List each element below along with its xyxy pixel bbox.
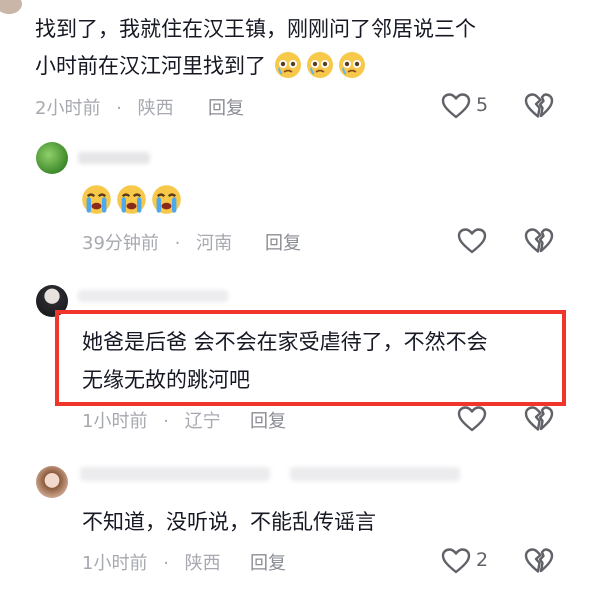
- comment-text: 小时前在汉江河里找到了: [35, 50, 369, 82]
- broken-heart-icon[interactable]: [524, 92, 554, 120]
- comment-text: 她爸是后爸 会不会在家受虐待了，不然不会: [82, 330, 488, 354]
- avatar[interactable]: [36, 142, 68, 174]
- comment-location: 陕西: [184, 553, 221, 574]
- loudly-crying-face-icon: [117, 185, 146, 214]
- avatar[interactable]: [0, 0, 22, 14]
- comment-meta: 39分钟前 · 河南: [82, 229, 232, 255]
- username-blurred: [78, 290, 228, 302]
- heart-outline-icon[interactable]: [457, 227, 487, 255]
- username-blurred: [78, 152, 150, 164]
- comment-location: 陕西: [137, 98, 174, 119]
- comment-time: 1小时前: [82, 553, 148, 574]
- meta-separator: ·: [116, 98, 122, 119]
- loudly-crying-face-icon: [152, 185, 181, 214]
- broken-heart-icon[interactable]: [524, 405, 554, 433]
- comment-location: 河南: [196, 233, 233, 254]
- comment-text: 不知道，没听说，不能乱传谣言: [82, 510, 376, 534]
- like-count: 2: [476, 549, 489, 571]
- comment-time: 1小时前: [82, 411, 148, 432]
- username-blurred: [290, 467, 460, 481]
- comment-meta: 1小时前 · 辽宁: [82, 407, 221, 433]
- heart-outline-icon[interactable]: [457, 405, 487, 433]
- comment-location: 辽宁: [184, 411, 221, 432]
- comment-text: 无缘无故的跳河吧: [82, 368, 250, 392]
- avatar[interactable]: [36, 466, 68, 498]
- reply-button[interactable]: 回复: [265, 229, 301, 255]
- comment-meta: 1小时前 · 陕西: [82, 549, 221, 575]
- comment-meta: 2小时前 · 陕西: [35, 94, 174, 120]
- meta-separator: ·: [174, 233, 181, 254]
- loudly-crying-face-icon: [82, 185, 111, 214]
- crying-face-icon: [274, 52, 301, 78]
- username-blurred: [80, 467, 270, 481]
- reply-button[interactable]: 回复: [250, 407, 286, 433]
- comment-text: 找到了，我就住在汉王镇，刚刚问了邻居说三个: [35, 17, 476, 41]
- like-count: 5: [476, 94, 489, 116]
- crying-face-icon: [306, 52, 333, 78]
- emoji-row: [80, 183, 185, 217]
- comment-time: 39分钟前: [82, 233, 159, 254]
- broken-heart-icon[interactable]: [524, 547, 554, 575]
- meta-separator: ·: [163, 411, 169, 432]
- reply-button[interactable]: 回复: [250, 549, 286, 575]
- broken-heart-icon[interactable]: [524, 227, 554, 255]
- comment-time: 2小时前: [35, 98, 101, 119]
- meta-separator: ·: [163, 553, 169, 574]
- crying-face-icon: [338, 52, 365, 78]
- reply-button[interactable]: 回复: [208, 94, 244, 120]
- heart-outline-icon[interactable]: [441, 547, 471, 575]
- heart-outline-icon[interactable]: [441, 92, 471, 120]
